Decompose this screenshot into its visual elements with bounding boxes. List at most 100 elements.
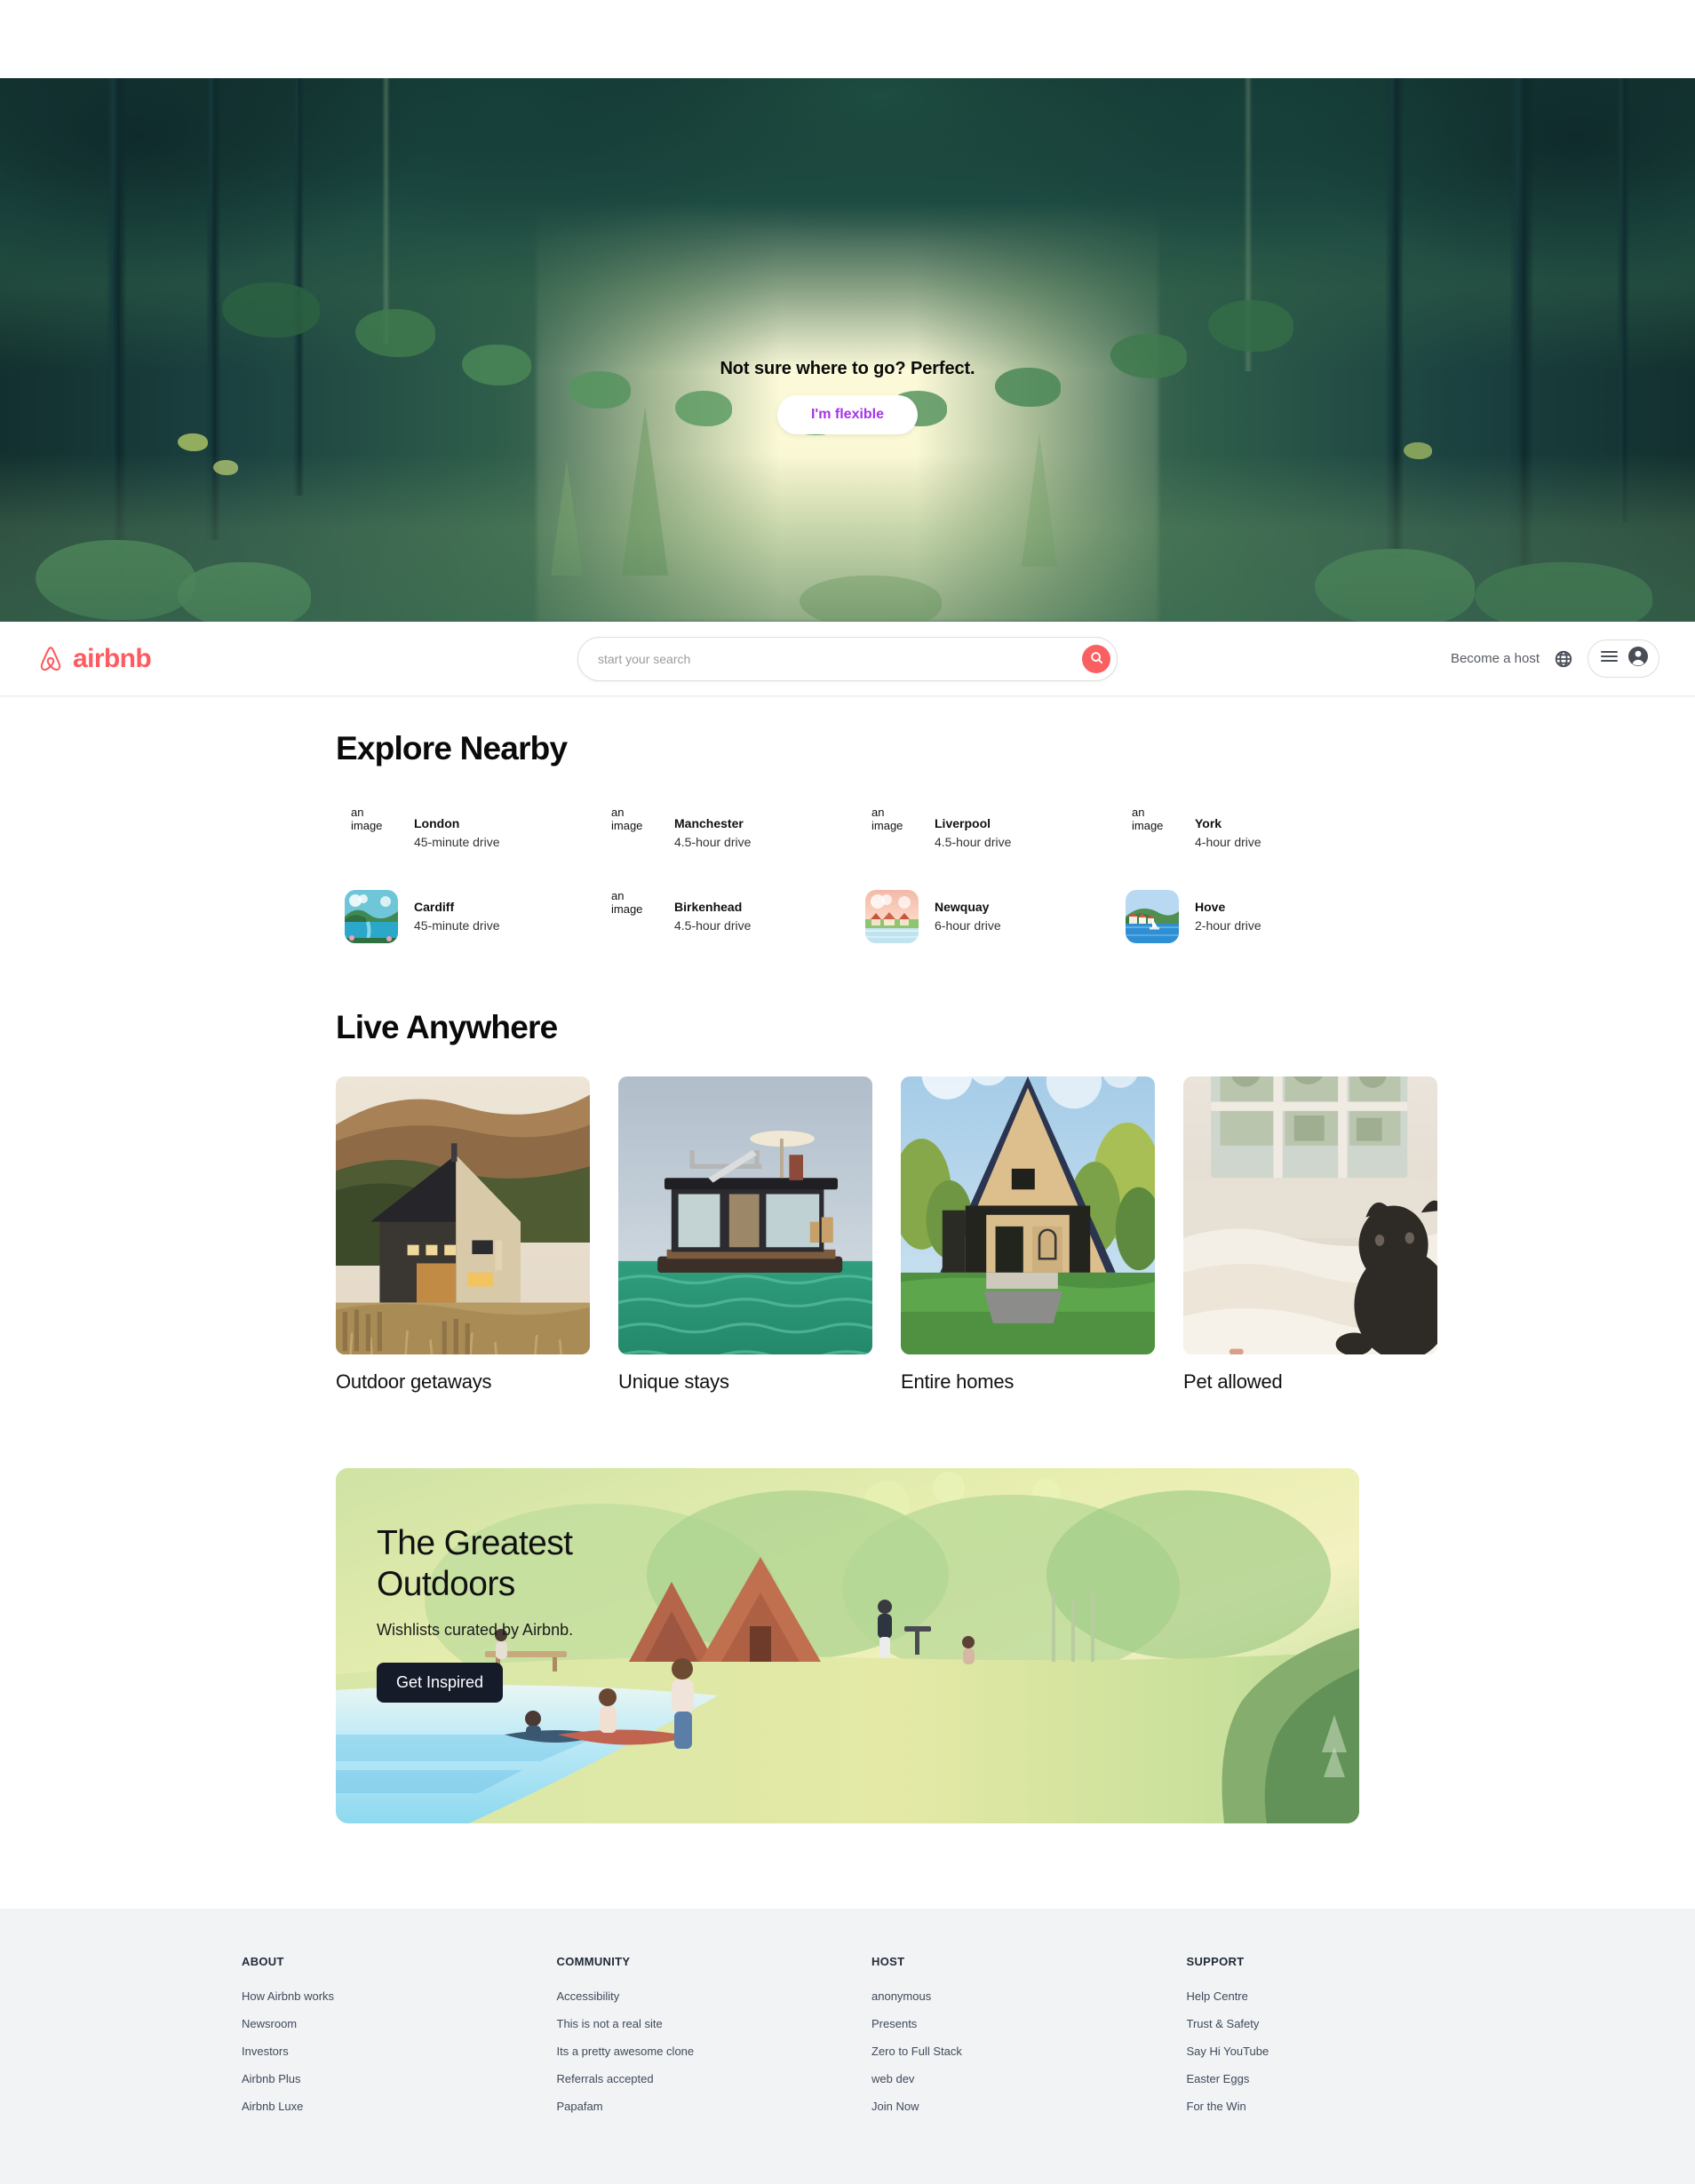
broken-image-alt-text: an image: [611, 890, 643, 916]
explore-nearby-title: Explore Nearby: [336, 730, 568, 766]
footer-link[interactable]: Accessibility: [557, 1982, 840, 2010]
explore-card[interactable]: Newquay 6-hour drive: [856, 879, 1099, 954]
footer-link[interactable]: Airbnb Luxe: [242, 2093, 525, 2120]
live-anywhere-card[interactable]: Outdoor getaways: [336, 1076, 590, 1394]
footer-link[interactable]: Referrals accepted: [557, 2065, 840, 2093]
hero-title: Not sure where to go? Perfect.: [720, 359, 975, 378]
explore-city-name: York: [1195, 816, 1222, 830]
footer-link[interactable]: For the Win: [1187, 2093, 1470, 2120]
explore-drive-time: 45-minute drive: [414, 835, 500, 849]
live-anywhere-card[interactable]: Unique stays: [618, 1076, 872, 1394]
explore-card[interactable]: an image Manchester 4.5-hour drive: [596, 796, 839, 870]
footer-link[interactable]: Newsroom: [242, 2010, 525, 2037]
broken-image-placeholder: an image: [605, 890, 658, 943]
footer-column: SUPPORT Help Centre Trust & Safety Say Hi Y…: [1187, 1955, 1470, 2120]
footer-link[interactable]: Zero to Full Stack: [871, 2037, 1155, 2065]
live-anywhere-card[interactable]: Pet allowed: [1183, 1076, 1437, 1394]
live-anywhere-row: Outdoor getaways Unique stays Entire hom…: [336, 1076, 1437, 1394]
promo-title: The Greatest Outdoors: [377, 1524, 573, 1604]
promo-subtitle: Wishlists curated by Airbnb.: [377, 1621, 574, 1640]
live-anywhere-label: Pet allowed: [1183, 1370, 1283, 1393]
hero-forest-illustration: [0, 78, 1695, 622]
content-container: Explore Nearby an image London 45-minute d…: [336, 696, 1437, 1823]
im-flexible-button[interactable]: I'm flexible: [776, 395, 919, 434]
search-icon: [1090, 651, 1103, 667]
live-anywhere-image: [618, 1076, 872, 1354]
site-header: airbnb Become a host: [0, 622, 1695, 696]
explore-drive-time: 6-hour drive: [935, 918, 1001, 933]
explore-drive-time: 4.5-hour drive: [674, 835, 752, 849]
site-footer: ABOUT How Airbnb works Newsroom Investors Ai…: [0, 1909, 1695, 2184]
explore-city-name: Cardiff: [414, 900, 455, 914]
broken-image-alt-text: an image: [611, 806, 643, 832]
broken-image-placeholder: an image: [605, 806, 658, 860]
explore-card-meta: Birkenhead 4.5-hour drive: [674, 898, 751, 935]
live-anywhere-label: Entire homes: [901, 1370, 1015, 1393]
account-menu-button[interactable]: [1588, 639, 1659, 678]
become-a-host-link[interactable]: Become a host: [1451, 651, 1540, 666]
search-button[interactable]: [1082, 644, 1110, 673]
search-input[interactable]: [598, 651, 1082, 666]
footer-link[interactable]: Its a pretty awesome clone: [557, 2037, 840, 2065]
broken-image-placeholder: an image: [345, 806, 398, 860]
explore-card[interactable]: an image London 45-minute drive: [336, 796, 578, 870]
explore-city-name: Newquay: [935, 900, 990, 914]
live-anywhere-card[interactable]: Entire homes: [901, 1076, 1155, 1394]
live-anywhere-label: Unique stays: [618, 1370, 729, 1393]
explore-card-meta: Liverpool 4.5-hour drive: [935, 814, 1011, 852]
footer-link[interactable]: Easter Eggs: [1187, 2065, 1470, 2093]
footer-link[interactable]: anonymous: [871, 1982, 1155, 2010]
footer-link[interactable]: Trust & Safety: [1187, 2010, 1470, 2037]
explore-card[interactable]: Cardiff 45-minute drive: [336, 879, 578, 954]
explore-city-name: Hove: [1195, 900, 1226, 914]
footer-link[interactable]: Papafam: [557, 2093, 840, 2120]
explore-drive-time: 45-minute drive: [414, 918, 500, 933]
footer-link[interactable]: Help Centre: [1187, 1982, 1470, 2010]
explore-thumbnail: [1126, 890, 1179, 943]
live-anywhere-image: [336, 1076, 590, 1354]
broken-image-alt-text: an image: [871, 806, 903, 832]
explore-city-name: Birkenhead: [674, 900, 743, 914]
footer-link[interactable]: Airbnb Plus: [242, 2065, 525, 2093]
footer-link[interactable]: Investors: [242, 2037, 525, 2065]
header-actions: Become a host: [1118, 639, 1659, 678]
greatest-outdoors-banner[interactable]: The Greatest Outdoors Wishlists curated …: [336, 1468, 1359, 1823]
footer-link[interactable]: web dev: [871, 2065, 1155, 2093]
footer-link[interactable]: This is not a real site: [557, 2010, 840, 2037]
footer-link[interactable]: Presents: [871, 2010, 1155, 2037]
footer-column: ABOUT How Airbnb works Newsroom Investors Ai…: [242, 1955, 525, 2120]
explore-card[interactable]: an image York 4-hour drive: [1117, 796, 1359, 870]
explore-card[interactable]: Hove 2-hour drive: [1117, 879, 1359, 954]
footer-column-heading: ABOUT: [242, 1955, 284, 1968]
globe-icon[interactable]: [1554, 649, 1573, 669]
explore-drive-time: 4.5-hour drive: [674, 918, 752, 933]
broken-image-alt-text: an image: [351, 806, 383, 832]
airbnb-logo[interactable]: airbnb: [36, 644, 577, 674]
get-inspired-button[interactable]: Get Inspired: [377, 1663, 504, 1704]
search-bar[interactable]: [577, 636, 1118, 681]
explore-drive-time: 4-hour drive: [1195, 835, 1261, 849]
explore-card-meta: Newquay 6-hour drive: [935, 898, 1001, 935]
explore-card-meta: Manchester 4.5-hour drive: [674, 814, 751, 852]
airbnb-wordmark: airbnb: [73, 643, 152, 673]
footer-columns: ABOUT How Airbnb works Newsroom Investors Ai…: [226, 1955, 1469, 2120]
live-anywhere-label: Outdoor getaways: [336, 1370, 492, 1393]
explore-card-meta: Hove 2-hour drive: [1195, 898, 1261, 935]
explore-city-name: Manchester: [674, 816, 744, 830]
explore-card-meta: York 4-hour drive: [1195, 814, 1261, 852]
broken-image-placeholder: an image: [1126, 806, 1179, 860]
explore-card-meta: London 45-minute drive: [414, 814, 500, 852]
live-anywhere-image: [901, 1076, 1155, 1354]
footer-link[interactable]: Say Hi YouTube: [1187, 2037, 1470, 2065]
explore-card[interactable]: an image Liverpool 4.5-hour drive: [856, 796, 1099, 870]
footer-column-heading: COMMUNITY: [556, 1955, 631, 1968]
explore-card[interactable]: an image Birkenhead 4.5-hour drive: [596, 879, 839, 954]
footer-link[interactable]: How Airbnb works: [242, 1982, 525, 2010]
broken-image-placeholder: an image: [865, 806, 919, 860]
footer-link[interactable]: Join Now: [871, 2093, 1155, 2120]
user-avatar-icon: [1627, 646, 1649, 671]
explore-nearby-grid: an image London 45-minute drive an image Man…: [336, 796, 1359, 954]
explore-card-meta: Cardiff 45-minute drive: [414, 898, 500, 935]
footer-column: HOST anonymous Presents Zero to Full Stack w…: [871, 1955, 1155, 2120]
main-content: Explore Nearby an image London 45-minute d…: [0, 696, 1695, 1859]
